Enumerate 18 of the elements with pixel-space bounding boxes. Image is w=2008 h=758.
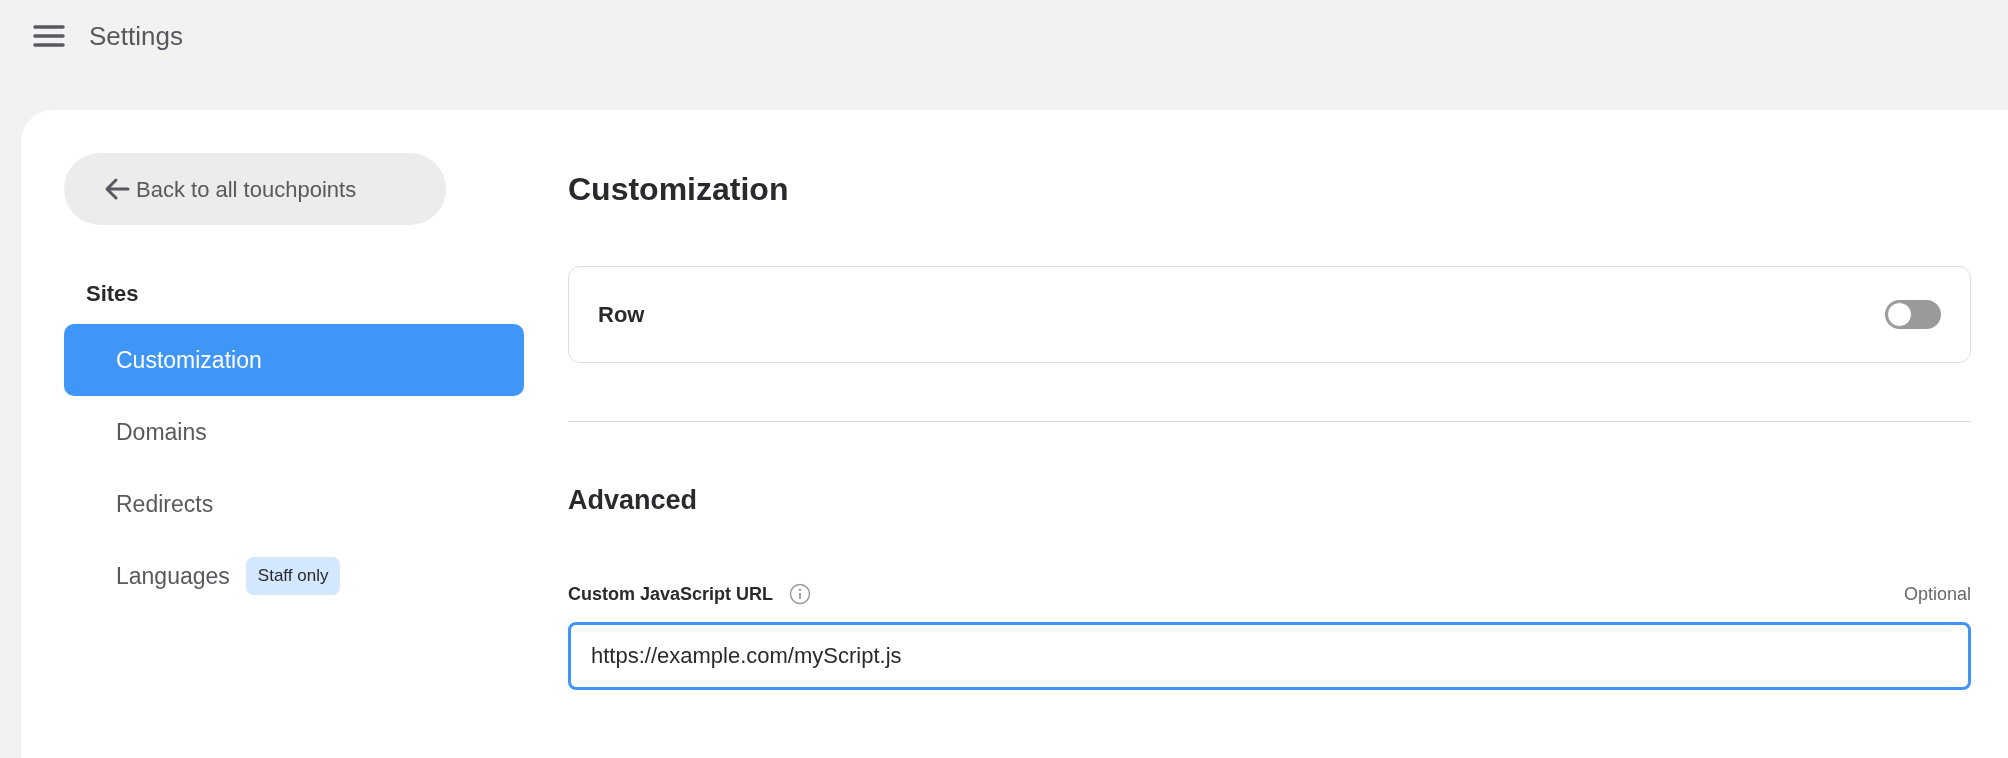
- section-heading: Sites: [86, 280, 140, 308]
- section-heading: Advanced: [568, 484, 699, 517]
- staff-badge: Staff only: [245, 557, 341, 595]
- page-title: Settings: [89, 19, 183, 53]
- sidebar-item[interactable]: Domains: [64, 396, 524, 468]
- toggle-switch[interactable]: [1885, 300, 1941, 330]
- sidebar-item-label: Languages: [116, 561, 230, 591]
- optional-hint: Optional: [1903, 582, 1971, 606]
- setting-label: Row: [598, 301, 645, 330]
- info-icon[interactable]: [789, 583, 812, 606]
- field-label: Custom JavaScript URL: [568, 582, 774, 606]
- menu-icon[interactable]: [33, 24, 65, 48]
- sidebar-item[interactable]: Redirects: [64, 468, 524, 540]
- page-heading: Customization: [568, 170, 790, 209]
- url-input-field[interactable]: https://example.com/myScript.js: [568, 621, 1971, 690]
- sidebar-item[interactable]: Languages Staff only: [64, 540, 524, 612]
- back-button[interactable]: Back to all touchpoints: [64, 153, 446, 225]
- arrow-left-icon: [104, 177, 130, 201]
